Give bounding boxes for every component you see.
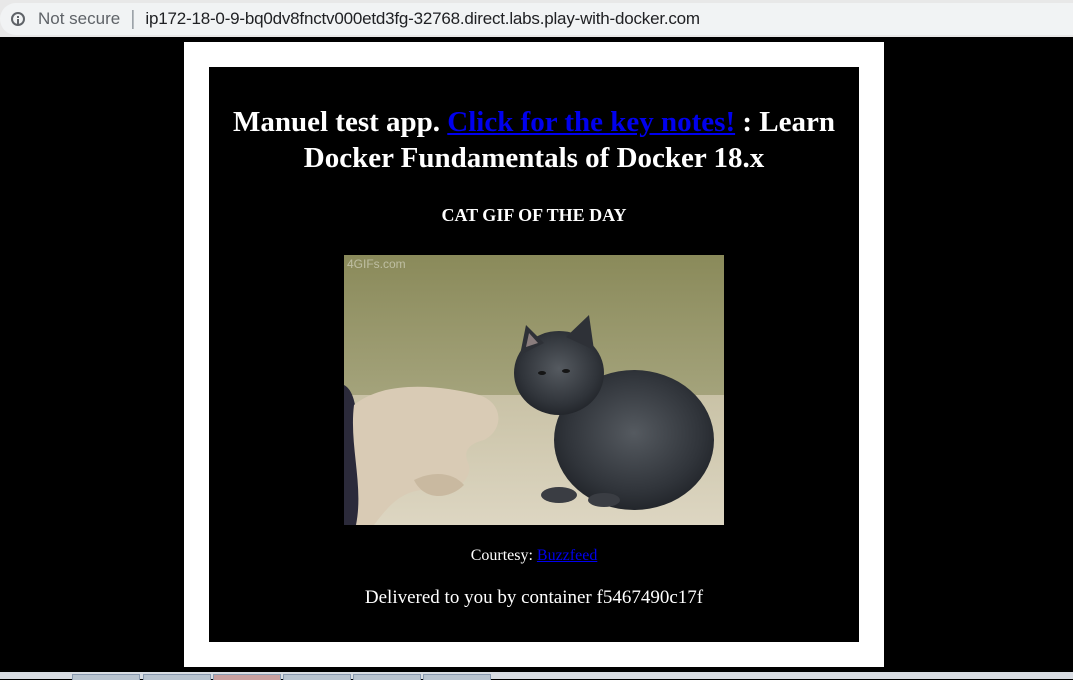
url-text[interactable]: ip172-18-0-9-bq0dv8fnctv000etd3fg-32768.…	[145, 9, 700, 29]
taskbar-button[interactable]	[213, 674, 281, 680]
taskbar-button[interactable]	[423, 674, 491, 680]
page-frame: Manuel test app. Click for the key notes…	[184, 42, 884, 667]
page-title: Manuel test app. Click for the key notes…	[209, 104, 859, 176]
title-prefix: Manuel test app.	[233, 106, 441, 138]
cat-gif: 4GIFs.com	[344, 255, 724, 525]
gif-heading: CAT GIF OF THE DAY	[441, 205, 627, 225]
content-container: Manuel test app. Click for the key notes…	[209, 67, 859, 642]
key-notes-link[interactable]: Click for the key notes!	[447, 106, 735, 138]
taskbar-button[interactable]	[72, 674, 140, 680]
address-bar[interactable]: Not secure | ip172-18-0-9-bq0dv8fnctv000…	[0, 3, 1073, 35]
info-icon[interactable]	[11, 12, 25, 26]
cat-gif-image: 4GIFs.com	[344, 255, 724, 525]
courtesy-line: Courtesy: Buzzfeed	[209, 547, 859, 565]
security-label[interactable]: Not secure	[38, 9, 120, 29]
courtesy-label: Courtesy:	[470, 547, 533, 564]
delivered-text: Delivered to you by container f5467490c1…	[364, 587, 704, 608]
taskbar-button[interactable]	[143, 674, 211, 680]
taskbar-button[interactable]	[353, 674, 421, 680]
separator: |	[130, 7, 136, 30]
gif-watermark: 4GIFs.com	[347, 257, 406, 271]
browser-toolbar: Not secure | ip172-18-0-9-bq0dv8fnctv000…	[0, 0, 1073, 37]
taskbar-button[interactable]	[283, 674, 351, 680]
buzzfeed-link[interactable]: Buzzfeed	[537, 547, 597, 564]
